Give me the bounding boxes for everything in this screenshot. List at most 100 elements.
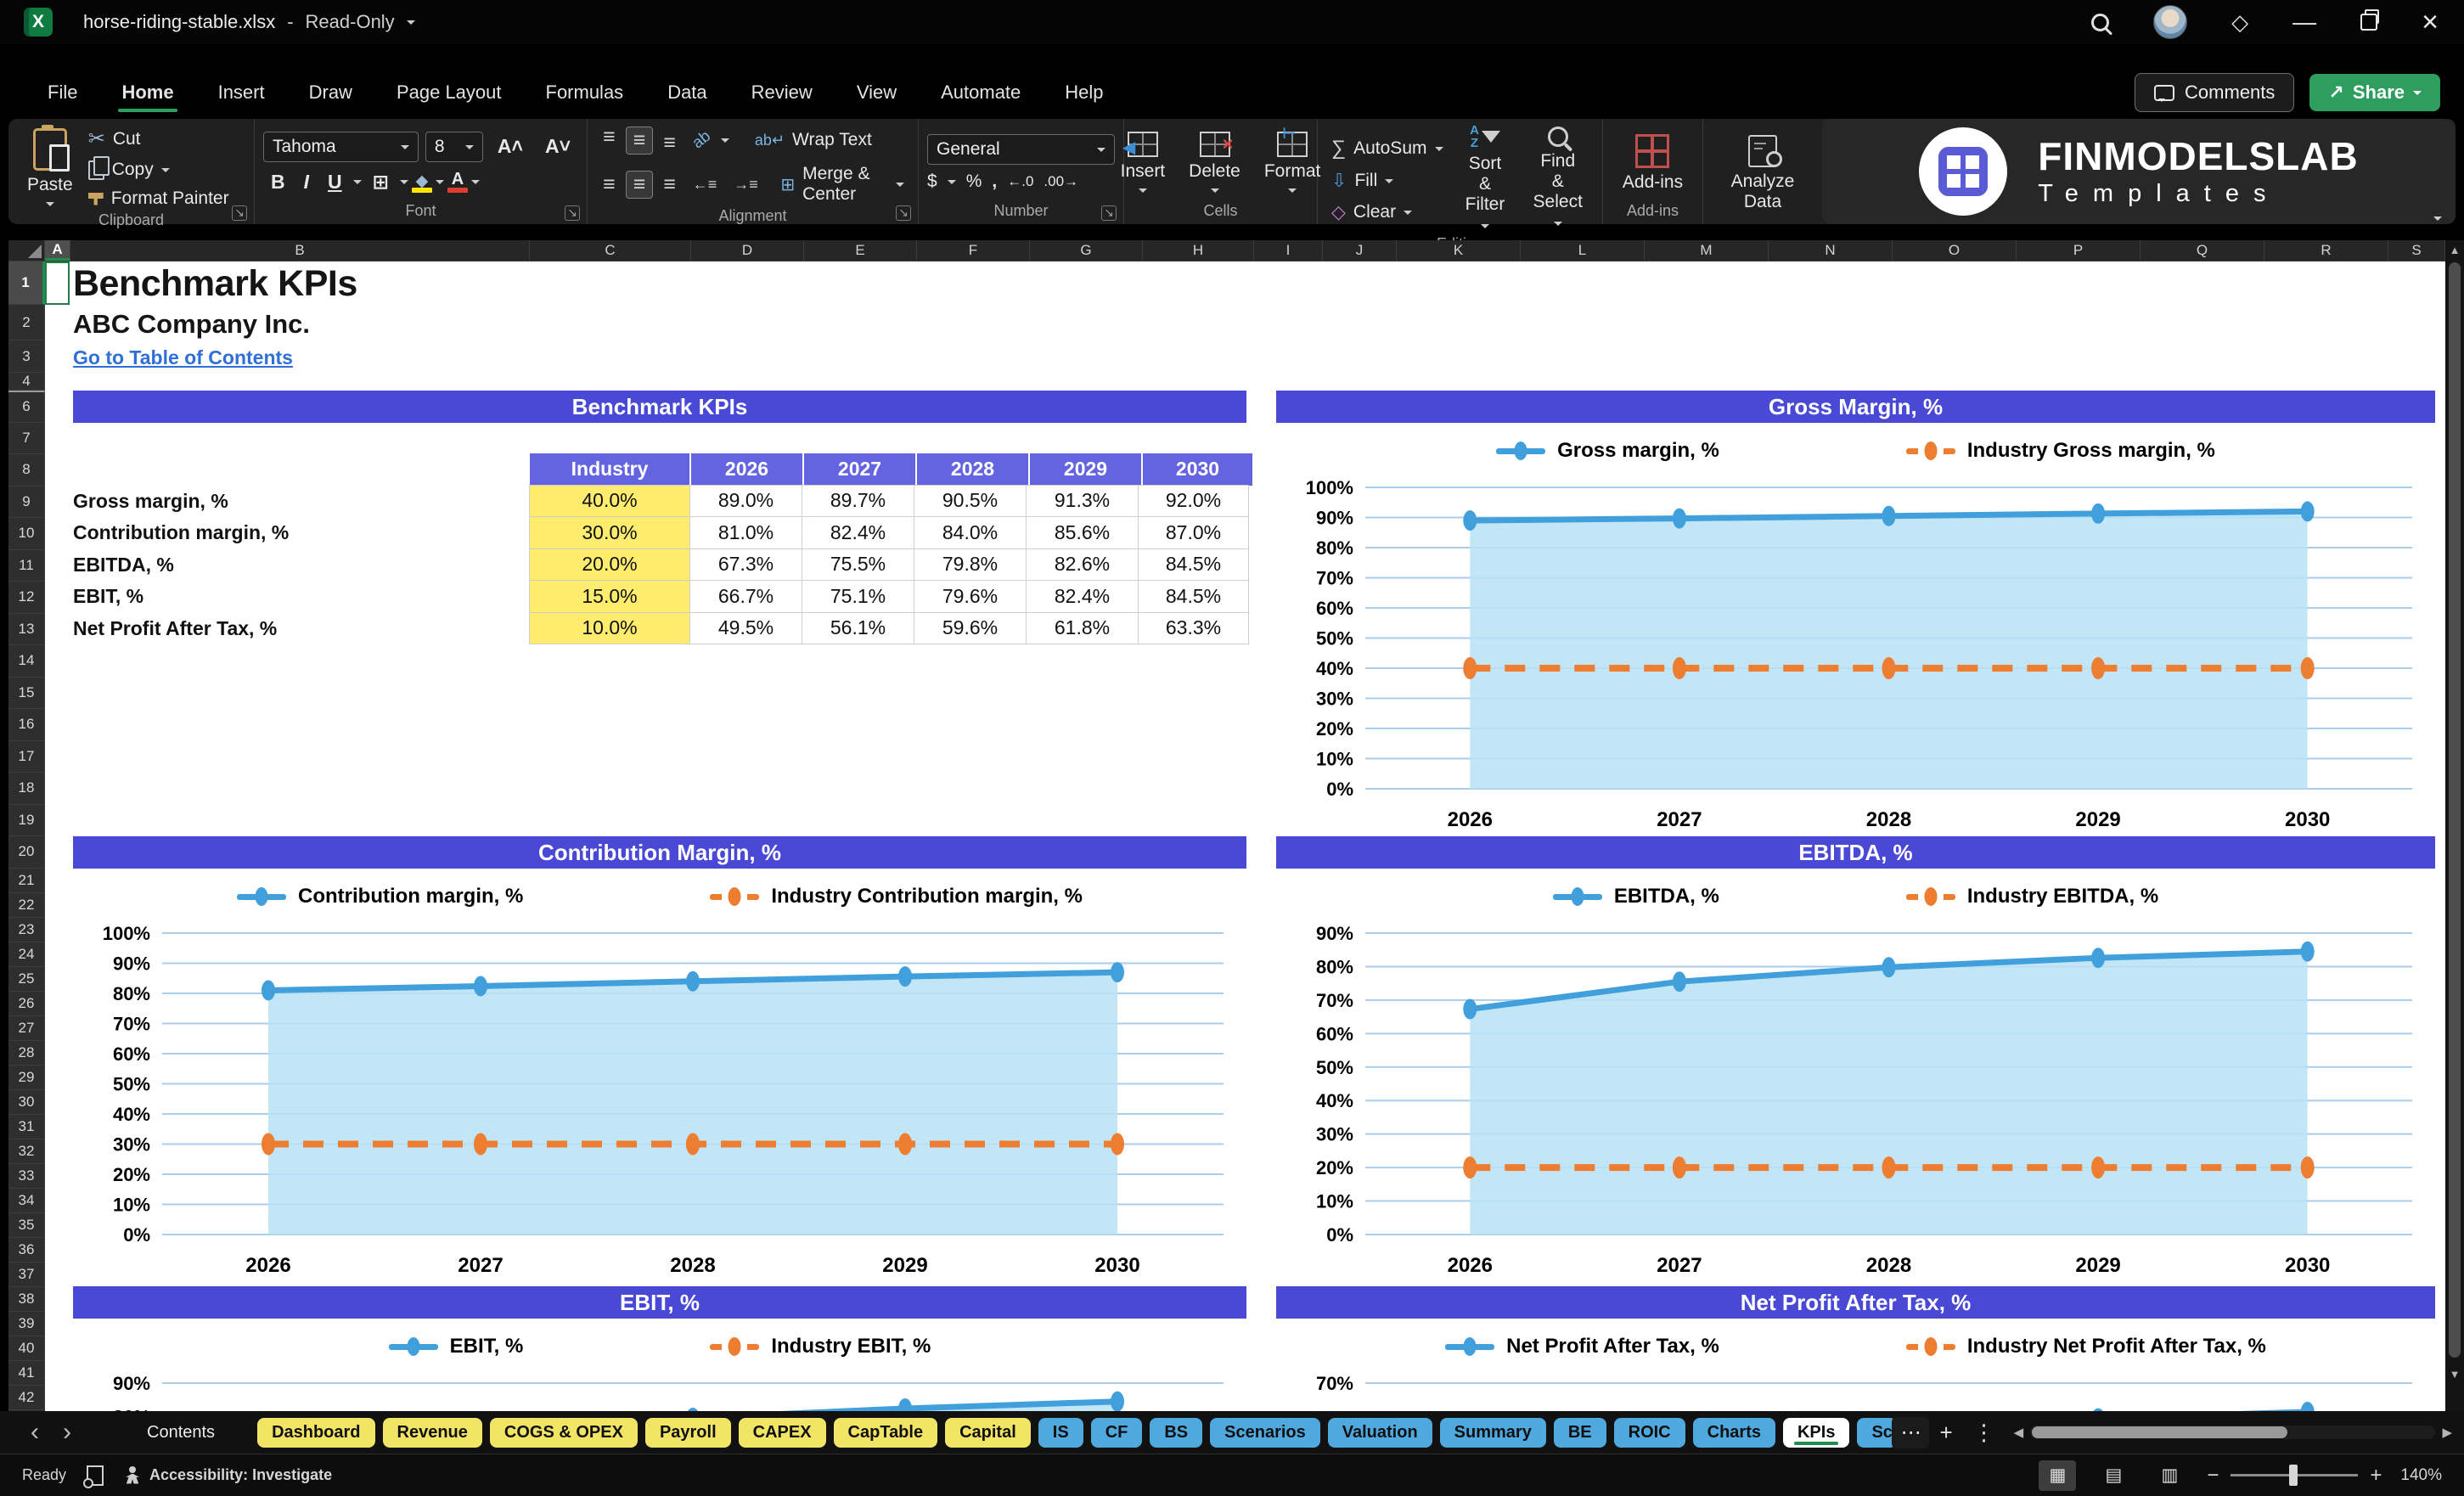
more-sheets-button[interactable]: ⋯	[1892, 1416, 1930, 1448]
sheet-tab-cogs-opex[interactable]: COGS & OPEX	[489, 1417, 638, 1448]
sheet-tab-capex[interactable]: CAPEX	[738, 1417, 826, 1448]
menu-tab-help[interactable]: Help	[1043, 73, 1125, 112]
table-header-2029[interactable]: 2029	[1030, 453, 1143, 486]
vertical-scroll-thumb[interactable]	[2449, 262, 2461, 1358]
hscroll-track[interactable]	[2030, 1426, 2436, 1439]
row-header-31[interactable]: 31	[8, 1114, 45, 1139]
row-header-35[interactable]: 35	[8, 1212, 45, 1238]
menu-tab-automate[interactable]: Automate	[919, 73, 1043, 112]
currency-format-button[interactable]: $	[927, 172, 937, 192]
borders-button[interactable]: ⊞	[365, 169, 397, 195]
row-header-30[interactable]: 30	[8, 1089, 45, 1115]
column-header-j[interactable]: J	[1323, 240, 1397, 261]
menu-tab-formulas[interactable]: Formulas	[524, 73, 646, 112]
title-chevron-down-icon[interactable]	[406, 20, 415, 29]
sheet-tab-bs[interactable]: BS	[1150, 1417, 1203, 1448]
copy-button[interactable]: Copy	[83, 155, 234, 183]
delete-cells-button[interactable]: × Delete	[1179, 132, 1251, 194]
zoom-out-button[interactable]: −	[2207, 1464, 2219, 1488]
table-header-2028[interactable]: 2028	[917, 453, 1030, 486]
sheet-canvas[interactable]: 1 2 3 4 6 7 8 9 10 11 12 13 14 15 16 17 18 19 20 21 22 23 24 25…	[8, 262, 2445, 1411]
value-cell[interactable]: 66.7%	[689, 580, 802, 613]
row-header-11[interactable]: 11	[8, 549, 45, 582]
row-header-40[interactable]: 40	[8, 1336, 45, 1361]
value-cell[interactable]: 82.4%	[1026, 580, 1139, 613]
orientation-chevron-icon[interactable]	[720, 138, 729, 147]
restore-window-button[interactable]	[2360, 9, 2380, 31]
row-header-6[interactable]: 6	[8, 391, 45, 423]
table-of-contents-link[interactable]: Go to Table of Contents	[73, 346, 293, 369]
value-cell[interactable]: 81.0%	[689, 516, 802, 549]
row-header-23[interactable]: 23	[8, 917, 45, 942]
menu-tab-home[interactable]: Home	[99, 73, 195, 112]
middle-align-button[interactable]: ≡	[625, 126, 654, 155]
normal-view-button[interactable]: ▦	[2039, 1459, 2077, 1491]
value-cell[interactable]: 91.3%	[1026, 484, 1139, 517]
row-header-21[interactable]: 21	[8, 868, 45, 893]
increase-indent-button[interactable]: →≡	[727, 175, 765, 194]
number-dialog-launcher[interactable]: ↘	[1101, 205, 1117, 221]
value-cell[interactable]: 49.5%	[689, 611, 802, 644]
underline-chevron-icon[interactable]	[352, 180, 362, 188]
value-cell[interactable]: 84.0%	[914, 516, 1027, 549]
font-dialog-launcher[interactable]: ↘	[565, 205, 580, 221]
value-cell[interactable]: 82.4%	[802, 516, 914, 549]
chart-ebitda[interactable]: EBITDA, % EBITDA, % Industry EBITDA, % 90% 8…	[1276, 836, 2435, 1286]
sheet-tab-is[interactable]: IS	[1038, 1417, 1083, 1448]
sheet-tab-summary[interactable]: Summary	[1439, 1417, 1546, 1448]
underline-button[interactable]: U	[320, 169, 350, 195]
zoom-level[interactable]: 140%	[2400, 1466, 2442, 1485]
value-cell[interactable]: 84.5%	[1138, 548, 1249, 581]
value-cell[interactable]: 63.3%	[1138, 611, 1249, 644]
row-header-1[interactable]: 1	[8, 262, 45, 305]
zoom-slider[interactable]	[2231, 1465, 2359, 1486]
font-family-select[interactable]: Tahoma	[263, 131, 419, 162]
horizontal-scroll-thumb[interactable]	[2032, 1426, 2287, 1438]
sheet-tab-be[interactable]: BE	[1553, 1417, 1606, 1448]
zoom-in-button[interactable]: +	[2370, 1464, 2382, 1488]
value-cell[interactable]: 87.0%	[1138, 516, 1249, 549]
row-header-22[interactable]: 22	[8, 892, 45, 918]
chart-net-profit-after-tax[interactable]: Net Profit After Tax, % Net Profit After …	[1276, 1286, 2435, 1411]
align-right-button[interactable]: ≡	[656, 172, 683, 198]
row-header-16[interactable]: 16	[8, 709, 45, 741]
tab-scroll-right-icon[interactable]: ›	[51, 1420, 83, 1445]
fill-color-button[interactable]: ◆	[411, 172, 432, 193]
close-button[interactable]: ×	[2422, 8, 2439, 37]
menu-tab-page-layout[interactable]: Page Layout	[374, 73, 524, 112]
row-header-19[interactable]: 19	[8, 804, 45, 836]
row-header-38[interactable]: 38	[8, 1286, 45, 1312]
alignment-dialog-launcher[interactable]: ↘	[896, 205, 911, 221]
row-header-7[interactable]: 7	[8, 422, 45, 454]
industry-value-cell[interactable]: 15.0%	[529, 580, 690, 613]
column-header-b[interactable]: B	[70, 240, 530, 261]
row-header-28[interactable]: 28	[8, 1040, 45, 1066]
percent-style-button[interactable]: %	[966, 172, 982, 192]
wrap-text-button[interactable]: ab↵ Wrap Text	[750, 127, 877, 153]
minimize-button[interactable]: —	[2292, 10, 2316, 34]
value-cell[interactable]: 84.5%	[1138, 580, 1249, 613]
row-header-33[interactable]: 33	[8, 1163, 45, 1189]
row-label[interactable]: Gross margin, %	[73, 486, 530, 518]
macro-record-icon[interactable]	[83, 1465, 104, 1488]
fill-button[interactable]: ⇩ Fill	[1326, 167, 1449, 194]
table-header-industry[interactable]: Industry	[530, 453, 691, 486]
column-header-i[interactable]: I	[1254, 240, 1323, 261]
cell-sheet-title[interactable]: Benchmark KPIs	[73, 263, 357, 305]
chart-gross-margin[interactable]: Gross Margin, % Gross margin, % Industry G…	[1276, 391, 2435, 841]
value-cell[interactable]: 75.1%	[802, 580, 914, 613]
scroll-down-icon[interactable]: ▼	[2445, 1368, 2464, 1381]
search-icon[interactable]	[2091, 13, 2110, 31]
value-cell[interactable]: 61.8%	[1026, 611, 1139, 644]
value-cell[interactable]: 90.5%	[914, 484, 1027, 517]
row-header-13[interactable]: 13	[8, 613, 45, 645]
cut-button[interactable]: ✂ Cut	[83, 124, 234, 154]
number-format-select[interactable]: General	[927, 134, 1115, 165]
row-header-2[interactable]: 2	[8, 305, 45, 340]
table-header-2030[interactable]: 2030	[1143, 453, 1254, 486]
menu-tab-file[interactable]: File	[25, 73, 99, 112]
font-size-select[interactable]: 8	[425, 131, 483, 162]
column-header-o[interactable]: O	[1893, 240, 2017, 261]
addins-button[interactable]: Add-ins	[1612, 133, 1693, 193]
value-cell[interactable]: 79.6%	[914, 580, 1027, 613]
